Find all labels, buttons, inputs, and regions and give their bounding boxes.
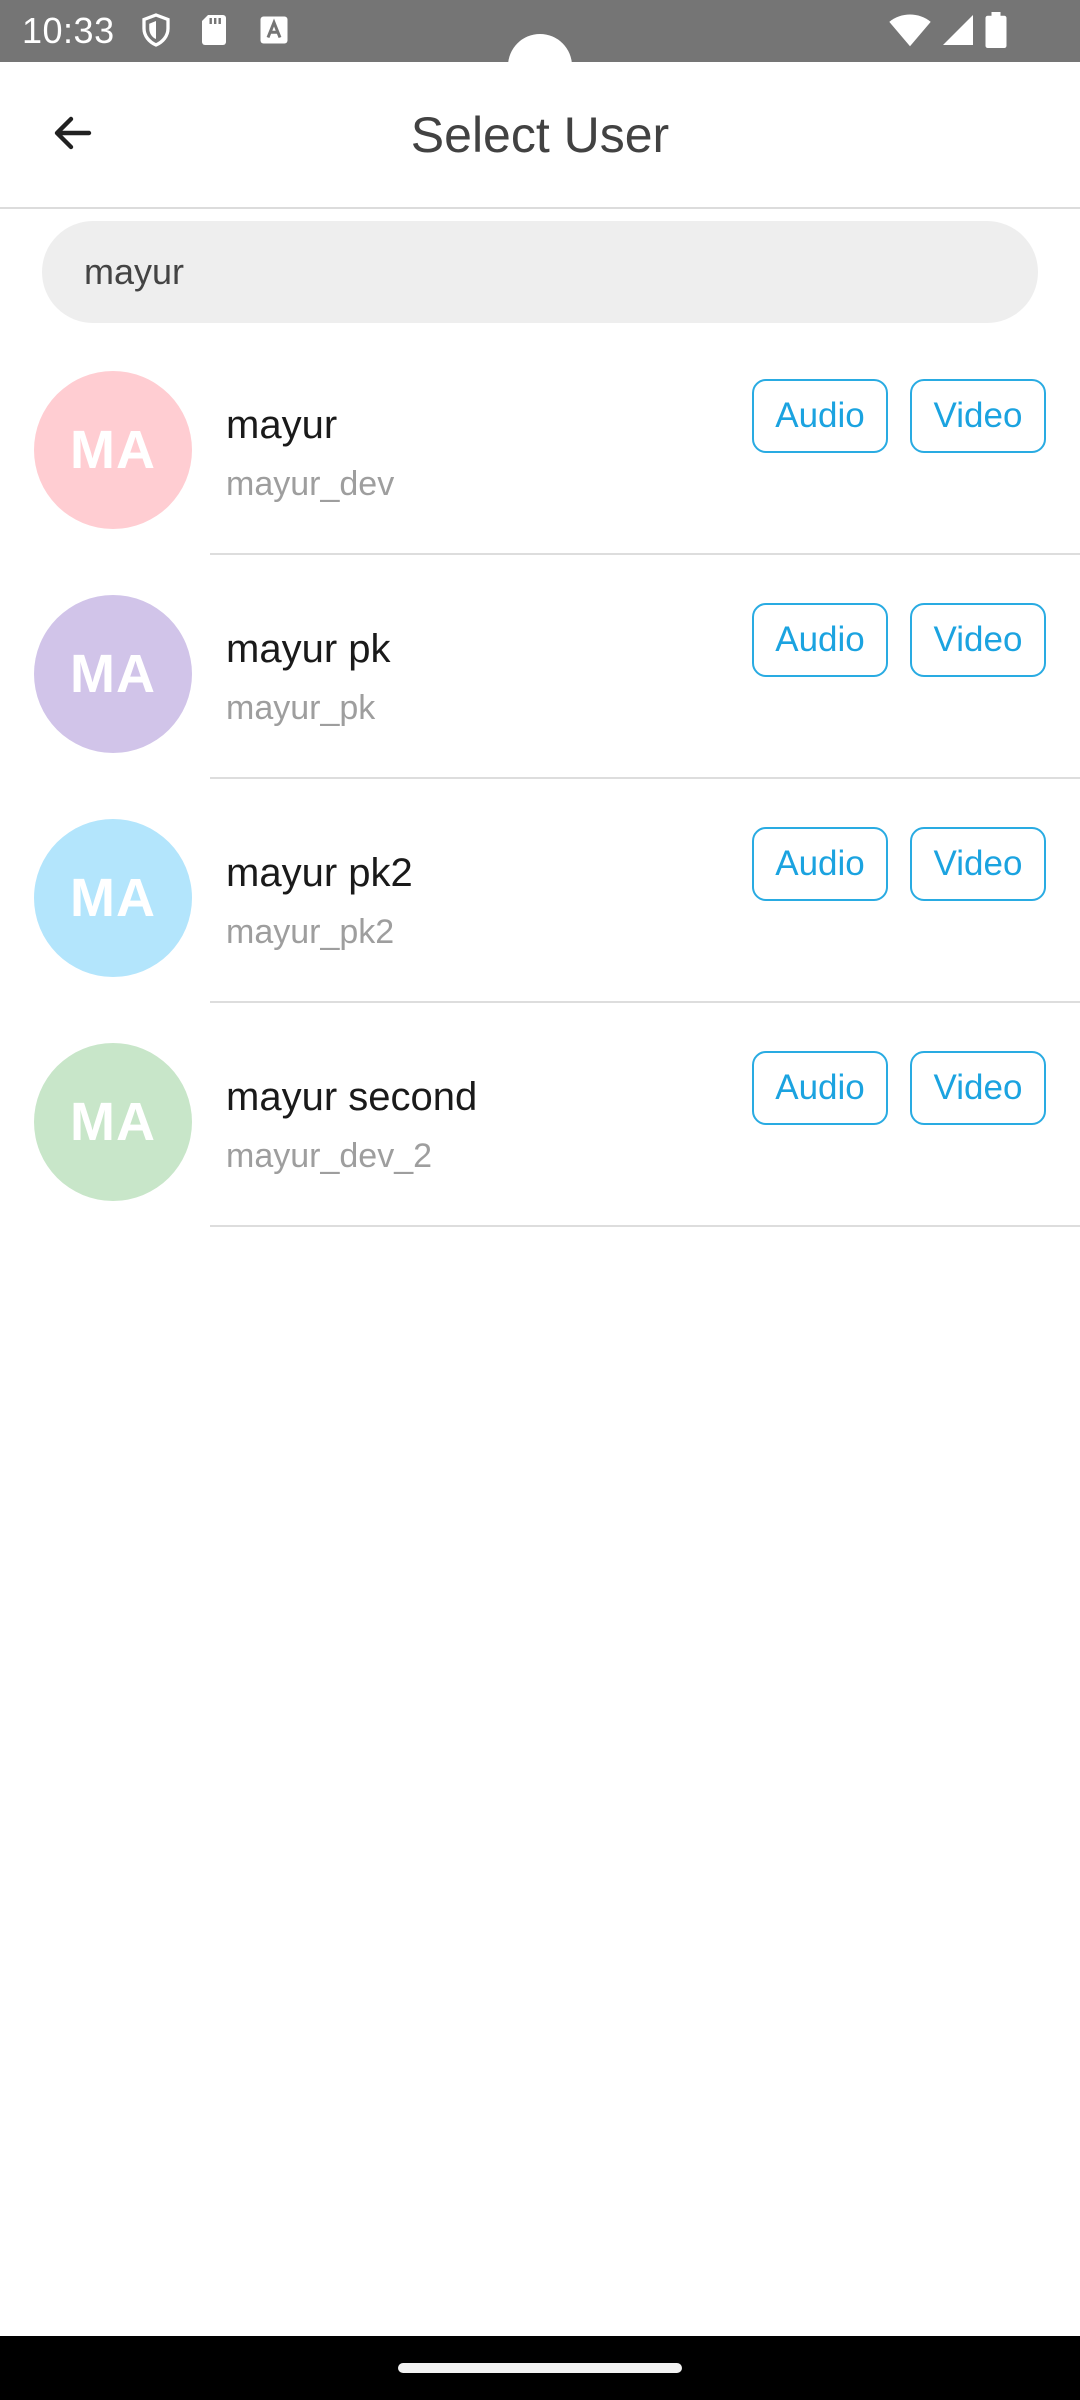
status-time: 10:33 [22, 10, 115, 51]
screen: 10:33 Select User mayur MA mayur mayur_d… [0, 0, 1080, 2400]
list-item[interactable]: MA mayur pk mayur_pk Audio Video [0, 595, 1080, 819]
divider [210, 553, 1080, 555]
avatar: MA [34, 595, 192, 753]
user-name: mayur second [226, 1075, 478, 1119]
divider [210, 1001, 1080, 1003]
video-call-button[interactable]: Video [910, 1051, 1046, 1125]
app-bar: Select User [0, 62, 1080, 209]
avatar: MA [34, 819, 192, 977]
audio-call-button[interactable]: Audio [752, 827, 888, 901]
video-call-button[interactable]: Video [910, 379, 1046, 453]
wifi-icon [888, 12, 932, 48]
audio-call-button[interactable]: Audio [752, 379, 888, 453]
user-handle: mayur_dev_2 [226, 1137, 433, 1175]
avatar: MA [34, 1043, 192, 1201]
divider [210, 1225, 1080, 1227]
shield-icon [138, 12, 174, 48]
divider [210, 777, 1080, 779]
search-bar[interactable] [42, 221, 1038, 323]
list-item[interactable]: MA mayur second mayur_dev_2 Audio Video [0, 1043, 1080, 1267]
audio-call-button[interactable]: Audio [752, 603, 888, 677]
user-handle: mayur_pk2 [226, 913, 395, 951]
video-call-button[interactable]: Video [910, 603, 1046, 677]
user-name: mayur pk2 [226, 851, 413, 895]
list-item[interactable]: MA mayur mayur_dev Audio Video [0, 371, 1080, 595]
audio-call-button[interactable]: Audio [752, 1051, 888, 1125]
avatar: MA [34, 371, 192, 529]
user-name: mayur [226, 403, 338, 447]
page-title: Select User [410, 107, 670, 163]
user-name: mayur pk [226, 627, 391, 671]
search-input[interactable] [84, 251, 984, 293]
sd-card-icon [196, 12, 232, 48]
list-item[interactable]: MA mayur pk2 mayur_pk2 Audio Video [0, 819, 1080, 1043]
video-call-button[interactable]: Video [910, 827, 1046, 901]
battery-icon [984, 12, 1008, 48]
font-a-icon [256, 12, 292, 48]
user-handle: mayur_dev [226, 465, 395, 503]
user-handle: mayur_pk [226, 689, 376, 727]
home-indicator[interactable] [398, 2363, 682, 2373]
signal-icon [940, 12, 976, 48]
